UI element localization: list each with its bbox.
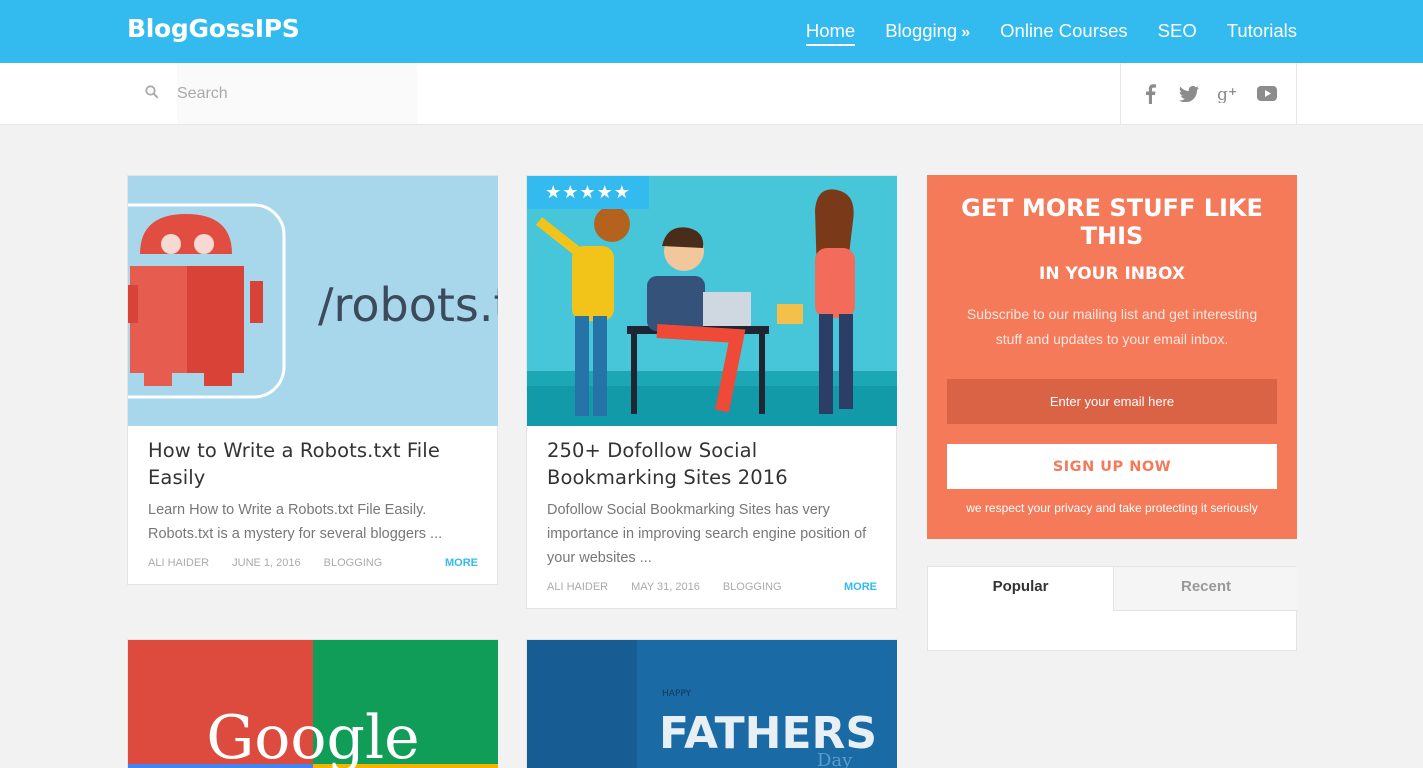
tab-popular[interactable]: Popular: [928, 567, 1113, 611]
double-chevron-right-icon: »: [961, 24, 971, 41]
post-meta: ALI HAIDER JUNE 1, 2016 BLOGGING: [148, 557, 478, 569]
post-author[interactable]: ALI HAIDER: [547, 581, 608, 593]
post-excerpt: Learn How to Write a Robots.txt File Eas…: [148, 502, 443, 542]
post-meta: ALI HAIDER MAY 31, 2016 BLOGGING: [547, 581, 877, 593]
post-thumbnail[interactable]: HAPPY FATHERS Day: [527, 640, 897, 768]
facebook-icon[interactable]: [1139, 83, 1161, 105]
post-category[interactable]: BLOGGING: [723, 581, 782, 593]
nav-item-home[interactable]: Home: [805, 19, 856, 46]
newsletter-subtitle: IN YOUR INBOX: [1039, 264, 1185, 284]
search-input[interactable]: [177, 63, 417, 124]
post-category[interactable]: BLOGGING: [324, 557, 383, 569]
social-links: g +: [1120, 63, 1297, 124]
svg-text:g: g: [1217, 85, 1228, 103]
privacy-note: we respect your privacy and take protect…: [966, 501, 1258, 515]
site-logo[interactable]: BlogGossIPS: [127, 14, 300, 43]
post-card[interactable]: /robots.tx How to Write a Robots.txt Fil…: [127, 175, 498, 585]
post-date: MAY 31, 2016: [631, 581, 700, 593]
nav-item-label: SEO: [1157, 20, 1197, 41]
youtube-icon[interactable]: [1256, 83, 1278, 105]
nav-item-online-courses[interactable]: Online Courses: [1000, 19, 1128, 46]
nav-item-label: Blogging: [885, 20, 958, 41]
post-excerpt: Dofollow Social Bookmarking Sites has ve…: [547, 502, 867, 566]
post-thumbnail[interactable]: ★★★★★: [527, 176, 897, 426]
happy-image-text: HAPPY: [662, 689, 692, 699]
nav-item-label: Online Courses: [1000, 20, 1128, 41]
rating-stars: ★★★★★: [527, 176, 649, 209]
nav-item-blogging[interactable]: Blogging»: [885, 19, 970, 46]
post-date: JUNE 1, 2016: [232, 557, 301, 569]
post-card[interactable]: Google: [127, 639, 498, 768]
search-bar-strip: g+: [0, 63, 1423, 125]
post-card[interactable]: ★★★★★ 250+ Dofollow Social Bookmarking S…: [526, 175, 897, 609]
newsletter-description: Subscribe to our mailing list and get in…: [966, 306, 1258, 347]
post-thumbnail[interactable]: Google: [128, 640, 498, 768]
more-link[interactable]: MORE: [844, 581, 877, 593]
newsletter-title: GET MORE STUFF LIKE THIS: [961, 194, 1263, 250]
robots-image-text: /robots.tx: [318, 278, 498, 332]
nav-item-label: Tutorials: [1226, 20, 1297, 41]
posts-tabs-widget: Popular Recent: [927, 566, 1298, 651]
newsletter-widget: GET MORE STUFF LIKE THIS IN YOUR INBOX S…: [927, 175, 1297, 539]
post-card[interactable]: HAPPY FATHERS Day: [526, 639, 897, 768]
fathers-day-illustration: HAPPY FATHERS Day: [527, 640, 897, 768]
search-icon[interactable]: [127, 85, 177, 102]
top-navbar: BlogGossIPS Home Blogging» Online Course…: [0, 0, 1423, 63]
google-image-text: Google: [206, 703, 419, 768]
twitter-icon[interactable]: [1178, 83, 1200, 105]
main-nav: Home Blogging» Online Courses SEO Tutori…: [805, 19, 1297, 46]
google-plus-icon[interactable]: g +: [1217, 83, 1239, 105]
bloggers-illustration: [527, 189, 897, 426]
post-author[interactable]: ALI HAIDER: [148, 557, 209, 569]
google-illustration: Google: [128, 640, 498, 768]
post-title[interactable]: How to Write a Robots.txt File Easily: [148, 437, 478, 491]
sign-up-button[interactable]: SIGN UP NOW: [947, 444, 1277, 489]
post-thumbnail[interactable]: /robots.tx: [128, 176, 498, 426]
tab-recent[interactable]: Recent: [1113, 567, 1298, 611]
svg-text:+: +: [1228, 85, 1237, 98]
nav-item-label: Home: [805, 20, 856, 41]
search-box: [127, 63, 417, 124]
more-link[interactable]: MORE: [445, 557, 478, 569]
robots-illustration: /robots.tx: [128, 203, 498, 399]
day-image-text: Day: [817, 750, 853, 768]
nav-item-tutorials[interactable]: Tutorials: [1227, 19, 1297, 46]
email-field[interactable]: [947, 379, 1277, 424]
nav-item-seo[interactable]: SEO: [1158, 19, 1197, 46]
post-title[interactable]: 250+ Dofollow Social Bookmarking Sites 2…: [547, 437, 877, 491]
